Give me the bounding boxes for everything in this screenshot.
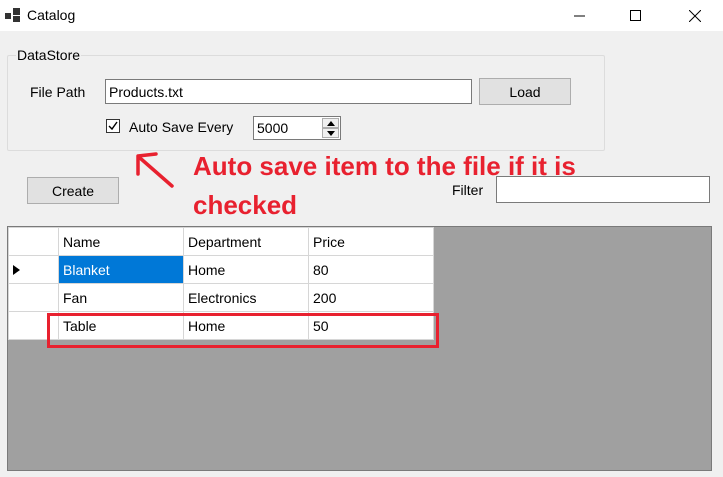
create-button[interactable]: Create <box>27 177 119 204</box>
corner-header <box>8 227 59 256</box>
spin-up-button[interactable] <box>322 118 339 128</box>
maximize-icon <box>630 9 641 21</box>
window-title: Catalog <box>27 7 76 23</box>
create-button-label: Create <box>51 182 95 199</box>
row-header[interactable] <box>8 283 59 312</box>
app-icon <box>5 8 20 22</box>
maximize-button[interactable] <box>613 0 659 31</box>
close-icon <box>689 9 701 22</box>
annotation-line-2: checked <box>193 190 298 220</box>
table-row[interactable]: Fan Electronics 200 <box>8 283 434 312</box>
cell-department[interactable]: Home <box>183 255 309 284</box>
column-header-name[interactable]: Name <box>58 227 184 256</box>
load-button-label: Load <box>509 83 541 100</box>
cell-price[interactable]: 80 <box>308 255 434 284</box>
row-pointer-icon <box>13 264 20 275</box>
checkmark-icon <box>108 121 118 131</box>
products-datagrid[interactable]: Name Department Price Blanket Home 80 Fa… <box>7 226 712 471</box>
minimize-icon <box>574 15 585 16</box>
cell-department[interactable]: Electronics <box>183 283 309 312</box>
filter-label: Filter <box>452 182 484 198</box>
datastore-group-title: DataStore <box>16 47 82 63</box>
column-header-department[interactable]: Department <box>183 227 309 256</box>
arrow-down-icon <box>326 130 335 136</box>
cell-name[interactable]: Fan <box>58 283 184 312</box>
header-row: Name Department Price <box>8 227 434 256</box>
row-header[interactable] <box>8 255 59 284</box>
hand-drawn-arrow-icon <box>136 152 174 188</box>
auto-save-label: Auto Save Every <box>129 119 234 135</box>
cell-price[interactable]: 200 <box>308 283 434 312</box>
table-row[interactable]: Blanket Home 80 <box>8 255 434 284</box>
auto-save-interval-spinner[interactable]: 5000 <box>253 116 341 140</box>
load-button[interactable]: Load <box>479 78 571 105</box>
file-path-input[interactable] <box>105 79 472 104</box>
file-path-label: File Path <box>30 84 86 100</box>
title-bar: Catalog <box>0 0 723 31</box>
cell-name[interactable]: Blanket <box>58 255 184 284</box>
annotation-highlight-box <box>47 313 439 348</box>
column-header-price[interactable]: Price <box>308 227 434 256</box>
annotation-line-1: Auto save item to the file if it is <box>193 151 576 181</box>
arrow-up-icon <box>326 120 335 126</box>
spin-down-button[interactable] <box>322 128 339 138</box>
close-button[interactable] <box>672 0 718 31</box>
minimize-button[interactable] <box>557 0 603 31</box>
auto-save-checkbox[interactable] <box>106 119 120 133</box>
interval-value[interactable]: 5000 <box>257 120 288 136</box>
